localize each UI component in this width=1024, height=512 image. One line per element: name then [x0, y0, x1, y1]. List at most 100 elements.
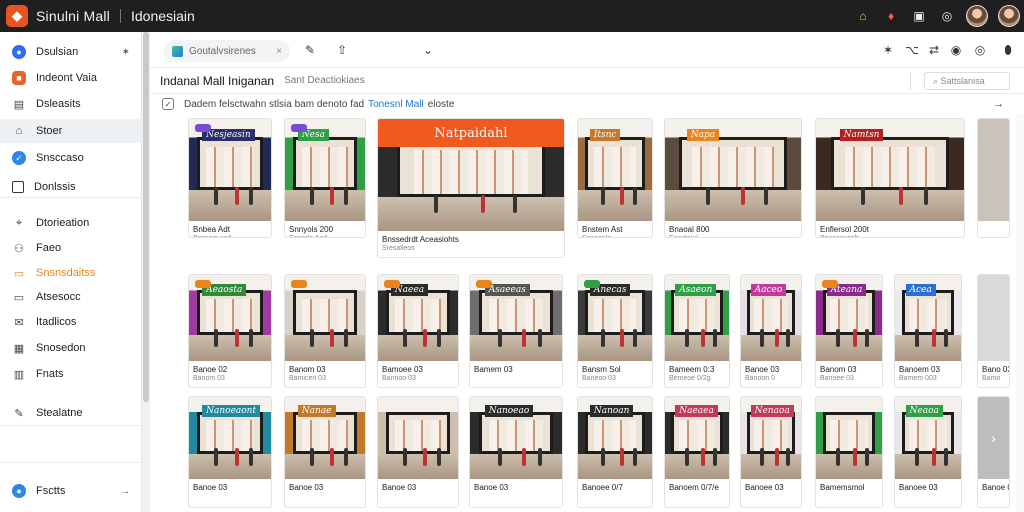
store-card-title: Banoe 03: [982, 483, 1009, 492]
sidebar-item-label: Fsctts: [36, 485, 66, 497]
sidebar-item-donlssis[interactable]: Donlssis: [0, 175, 142, 199]
shopper: [214, 447, 218, 466]
storefront: [830, 137, 950, 191]
main-scrollbar[interactable]: [1016, 114, 1024, 512]
store-card[interactable]: Nesa Snnyols 200Fascols Aad: [284, 118, 366, 238]
store-card-subtitle: Bnssem ssd: [193, 235, 231, 237]
avatar[interactable]: [966, 5, 988, 27]
shopper: [633, 447, 637, 466]
settings-icon[interactable]: ◎: [938, 7, 956, 25]
shopper: [601, 186, 605, 205]
profile-avatar[interactable]: [998, 5, 1020, 27]
sidebar-scroll-thumb[interactable]: [143, 32, 149, 402]
sidebar-item-snsnsdaitss[interactable]: ▭ Snsnsdaitss: [0, 261, 142, 285]
sidebar-item-snsccaso[interactable]: ✓ Snsccaso: [0, 146, 142, 170]
store-card[interactable]: Nanoeao Banoe 03: [469, 396, 563, 508]
sidebar-item-label: Snsnsdaitss: [36, 267, 96, 279]
sidebar-item-indeont vaia[interactable]: ■ Indeont Vaia: [0, 66, 142, 90]
notification-icon[interactable]: ♦: [882, 7, 900, 25]
store-card-title: Banoee 0/7: [582, 483, 623, 492]
store-card[interactable]: [977, 118, 1010, 238]
next-arrow-icon[interactable]: ›: [991, 430, 996, 446]
shopper: [235, 329, 239, 348]
store-card[interactable]: Bamemsmol: [815, 396, 883, 508]
store-card[interactable]: Banom 03 Bamicen 03: [284, 274, 366, 388]
store-card[interactable]: Nanoan Banoee 0/7: [577, 396, 653, 508]
store-card[interactable]: Naeea Bamoee 03 Bannoo 03: [377, 274, 459, 388]
shopper: [713, 329, 717, 348]
filter-checkbox[interactable]: ✓: [162, 98, 174, 110]
search-input[interactable]: Goutalvsirenes ×: [164, 40, 290, 62]
shopper: [601, 329, 605, 348]
store-card-subtitle: Bamo: [982, 375, 1001, 382]
store-card[interactable]: Banoe 03: [377, 396, 459, 508]
arrow-right-icon[interactable]: →: [993, 98, 1004, 110]
store-card[interactable]: Napa Bnaoal 800Eaacteiul: [664, 118, 802, 238]
sidebar-item-chevron-icon[interactable]: →: [120, 486, 130, 497]
filter-icon[interactable]: ⌥: [902, 40, 922, 60]
sidebar-item-label: Stoer: [36, 125, 63, 137]
store-card[interactable]: Anecas Bansm Sol Baneoo 03: [577, 274, 653, 388]
mall-floor: [816, 454, 882, 479]
sidebar-item-stoer[interactable]: ⌂ Stoer: [0, 119, 142, 143]
featured-store-card[interactable]: Natpaidahl Bnssedrdt Aceasiohts Sresalleos: [377, 118, 565, 258]
shopper: [760, 447, 764, 466]
store-card[interactable]: Namtsn Enflersol 200tBnasoeyoslt: [815, 118, 965, 238]
mall-floor: [189, 190, 271, 221]
store-badge: [822, 280, 838, 288]
shopper: [786, 329, 790, 348]
share-icon[interactable]: ⇧: [332, 40, 352, 60]
store-card[interactable]: Nanae Banoe 03: [284, 396, 366, 508]
store-card[interactable]: Itsnc Bnstem AstSesoanle: [577, 118, 653, 238]
sidebar-item-dsulsian[interactable]: ● Dsulsian ✶: [0, 40, 142, 64]
sidebar-item-fnats[interactable]: ▥ Fnats: [0, 362, 142, 386]
store-card[interactable]: Asaeeas Bamem 03: [469, 274, 563, 388]
shopper: [513, 195, 517, 214]
store-card[interactable]: Acea Banoem 03 Bamem 003: [894, 274, 962, 388]
home-icon[interactable]: ⌂: [854, 7, 872, 25]
store-card[interactable]: Nanoeaont Banoe 03: [188, 396, 272, 508]
mall-floor: [189, 335, 271, 361]
store-card[interactable]: Asaeon Bameem 0:3 Bemeoe 0/2g: [664, 274, 730, 388]
store-card-title: Banoe 03: [193, 483, 228, 492]
chevron-down-icon[interactable]: ⌄: [418, 40, 438, 60]
store-card[interactable]: Bano 03 Bamo: [977, 274, 1010, 388]
breadcrumb-sub[interactable]: Sant Deactiokiaes: [284, 75, 365, 86]
sidebar-item-dsleasits[interactable]: ▤ Dsleasits: [0, 92, 142, 116]
sidebar-divider: [0, 425, 142, 426]
info-icon[interactable]: ◎: [970, 40, 990, 60]
location-icon[interactable]: ⬮: [998, 40, 1018, 60]
store-card[interactable]: Aeaosta Banoe 02 Banom 03: [188, 274, 272, 388]
shopper: [522, 447, 526, 466]
shopper: [498, 329, 502, 348]
edit-icon[interactable]: ✎: [300, 40, 320, 60]
sidebar-item-faeo[interactable]: ⚇ Faeo: [0, 236, 142, 260]
sidebar-item-stealatne[interactable]: ✎ Stealatne: [0, 401, 142, 425]
mall-floor: [578, 454, 652, 479]
store-sign: Aaceo: [750, 283, 787, 296]
store-badge: [291, 124, 307, 132]
filter-link[interactable]: Tonesnl Mall: [368, 99, 424, 110]
pin-icon[interactable]: ✶: [878, 40, 898, 60]
store-card[interactable]: Ateana Banom 03 Banoee 03: [815, 274, 883, 388]
sidebar-item-fsctts[interactable]: ● Fsctts →: [0, 479, 142, 503]
sidebar-item-itadlicos[interactable]: ✉ Itadlicos: [0, 310, 142, 334]
store-card[interactable]: Nenaoa Banoee 03: [740, 396, 802, 508]
shopper: [344, 186, 348, 205]
store-card[interactable]: Nesjeasin Bnbea AdtBnssem ssd: [188, 118, 272, 238]
clear-search-icon[interactable]: ×: [276, 46, 282, 57]
message-icon[interactable]: ▣: [910, 7, 928, 25]
store-card[interactable]: Naeaea Banoem 0/7/e: [664, 396, 730, 508]
store-card[interactable]: Neaoa Banoee 03: [894, 396, 962, 508]
crumb-search-field[interactable]: ⌕ Sattslanisa: [924, 72, 1010, 90]
app-logo-icon[interactable]: ◆: [6, 5, 28, 27]
sidebar-scrollbar[interactable]: [142, 32, 150, 512]
help-icon[interactable]: ◉: [946, 40, 966, 60]
sync-icon[interactable]: ⇄: [924, 40, 944, 60]
store-card[interactable]: Aaceo Banoe 03 Banoon 0: [740, 274, 802, 388]
sidebar-item-chevron-icon[interactable]: ✶: [122, 47, 130, 58]
sidebar-item-snosedon[interactable]: ▦ Snosedon: [0, 336, 142, 360]
store-card[interactable]: › Banoe 03: [977, 396, 1010, 508]
sidebar-item-dtorieation[interactable]: ⌖ Dtorieation: [0, 211, 142, 235]
sidebar-item-atsesocc[interactable]: ▭ Atsesocc: [0, 285, 142, 309]
